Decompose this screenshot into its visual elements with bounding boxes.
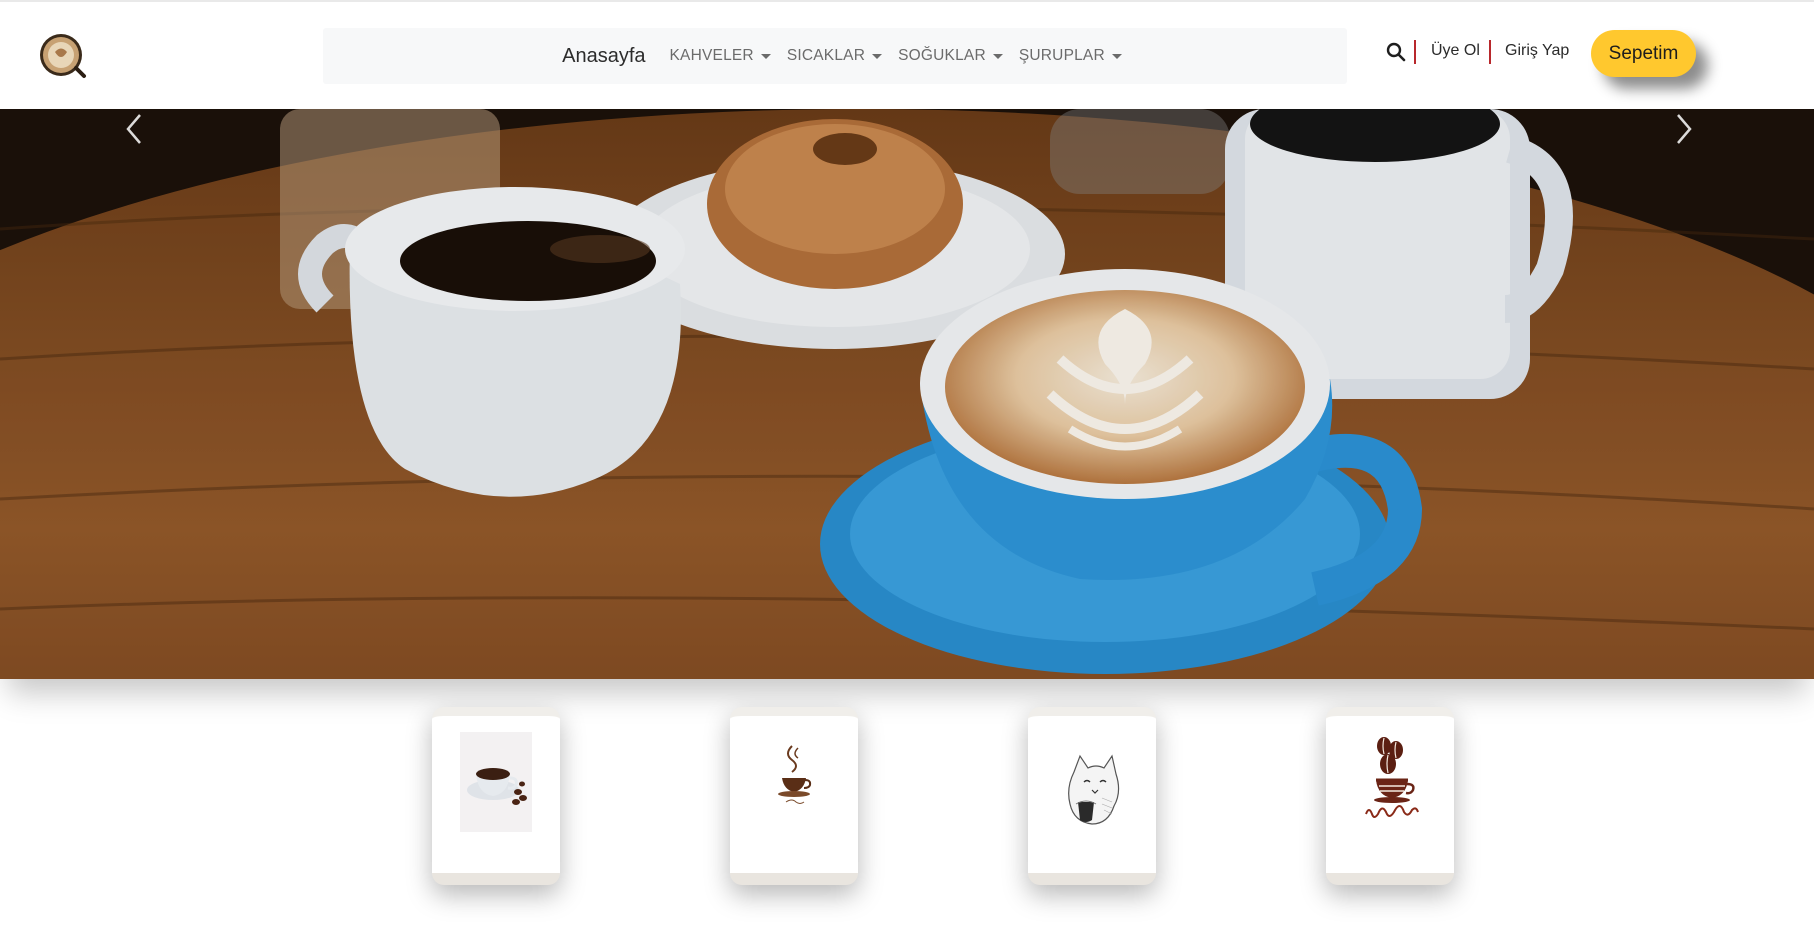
chevron-left-icon[interactable]: [120, 109, 148, 149]
product-card[interactable]: [1028, 707, 1156, 885]
steaming-coffee-cup-icon: [778, 745, 812, 804]
search-icon[interactable]: [1386, 42, 1406, 62]
coffee-cups-and-donut-image: [0, 109, 1814, 679]
caret-down-icon: [992, 53, 1003, 59]
cart-button[interactable]: Sepetim: [1591, 30, 1696, 77]
register-link[interactable]: Üye Ol: [1431, 42, 1480, 60]
chevron-right-icon[interactable]: [1670, 109, 1698, 149]
its-coffee-time-icon: [1365, 737, 1419, 818]
caret-down-icon: [760, 53, 771, 59]
nav-kahveler-dropdown[interactable]: KAHVELER: [670, 47, 771, 65]
nav-home-link[interactable]: Anasayfa: [562, 45, 645, 68]
hero-carousel: [0, 109, 1814, 679]
nav-suruplar-dropdown[interactable]: ŞURUPLAR: [1019, 47, 1122, 65]
product-card[interactable]: [432, 707, 560, 885]
separator: [1489, 40, 1491, 64]
nav-sicaklar-dropdown[interactable]: SICAKLAR: [786, 47, 883, 65]
main-navigation: Anasayfa KAHVELER SICAKLAR SOĞUKLAR ŞURU…: [323, 28, 1347, 84]
cat-holding-coffee-icon: [1068, 754, 1120, 825]
login-link[interactable]: Giriş Yap: [1505, 42, 1569, 60]
nav-item-label: ŞURUPLAR: [1018, 47, 1105, 64]
separator: [1414, 40, 1416, 64]
nav-item-label: SOĞUKLAR: [898, 47, 986, 64]
coffee-cup-with-beans-icon: [460, 732, 532, 832]
nav-item-label: SICAKLAR: [786, 47, 866, 64]
product-card[interactable]: [1326, 707, 1454, 885]
product-card[interactable]: [730, 707, 858, 885]
nav-item-label: KAHVELER: [669, 47, 754, 64]
caret-down-icon: [872, 53, 883, 59]
nav-soguklar-dropdown[interactable]: SOĞUKLAR: [898, 47, 1003, 65]
coffee-latte-logo-icon[interactable]: [38, 32, 88, 82]
caret-down-icon: [1111, 53, 1122, 59]
site-header: Anasayfa KAHVELER SICAKLAR SOĞUKLAR ŞURU…: [0, 2, 1814, 109]
